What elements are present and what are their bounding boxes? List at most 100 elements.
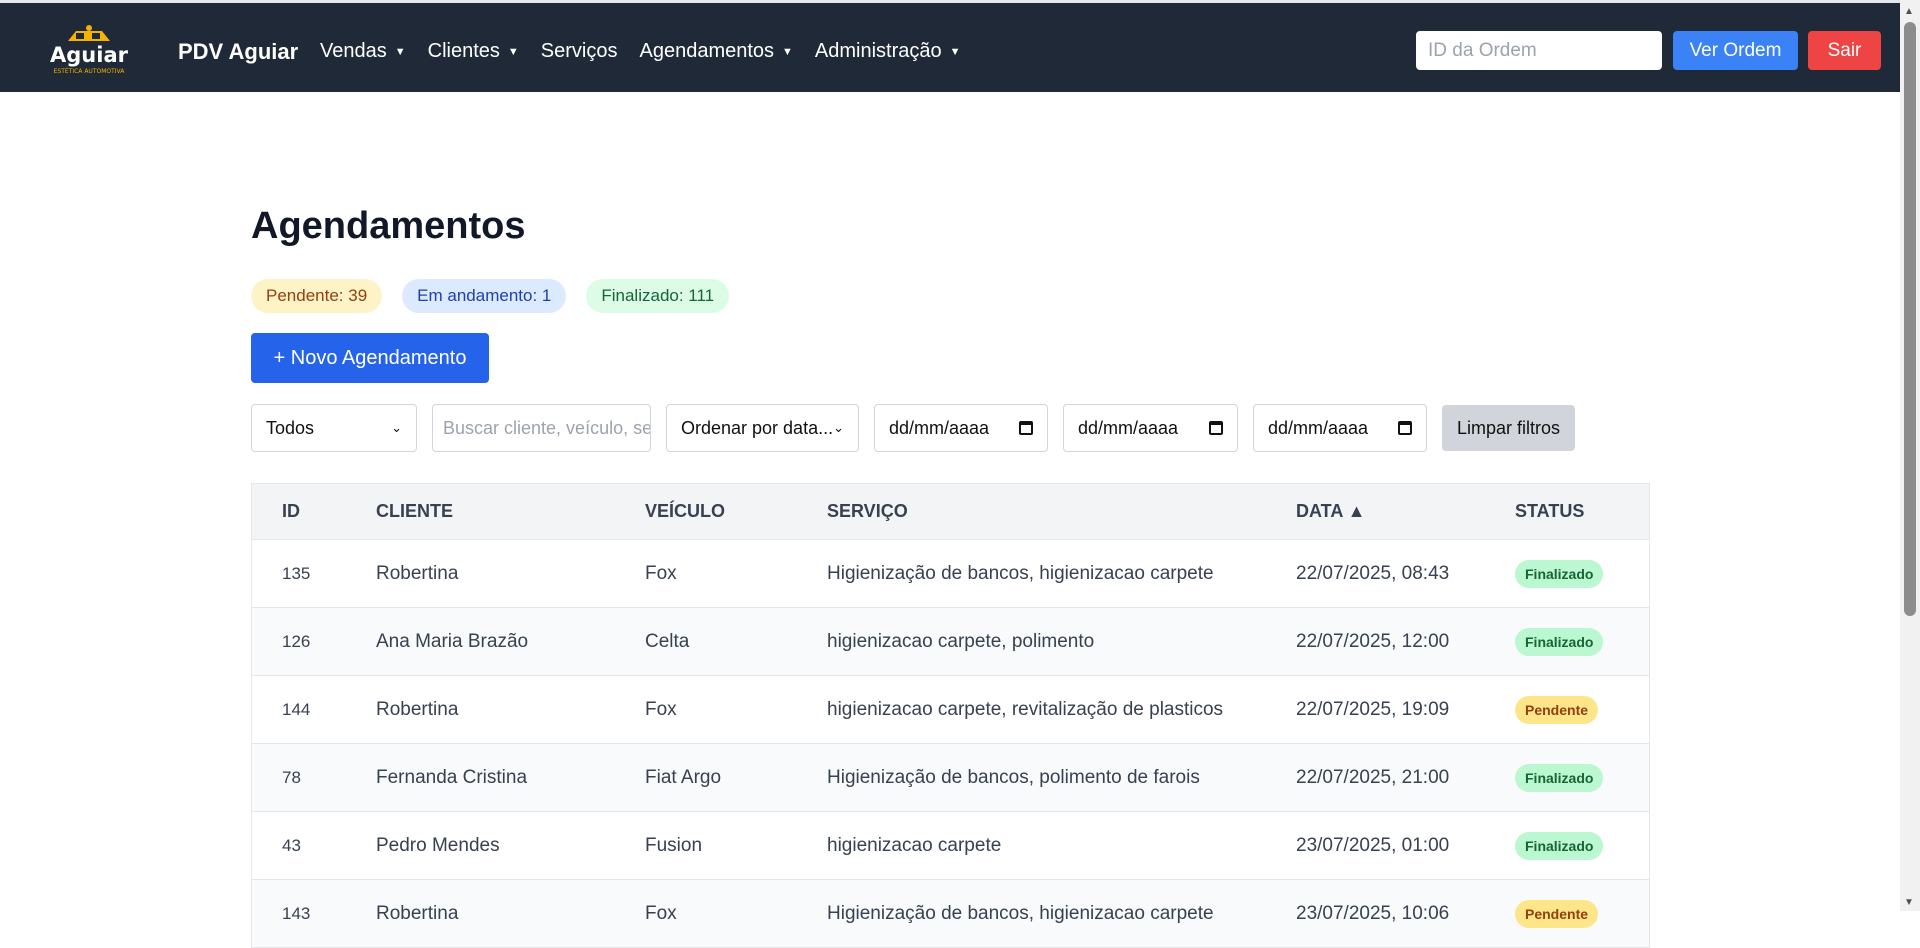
table-row[interactable]: 43 Pedro Mendes Fusion higienizacao carpete… [251, 812, 1650, 880]
cell-data: 22/07/2025, 21:00 [1296, 766, 1450, 788]
cell-id: 78 [282, 767, 301, 787]
cell-veiculo: Fox [645, 562, 677, 584]
cell-servico: Higienização de bancos, higienizacao car… [827, 562, 1214, 584]
search-input[interactable]: Buscar cliente, veículo, serviço... [432, 404, 651, 452]
in-progress-count-badge: Em andamento: 1 [402, 279, 567, 313]
cell-servico: higienizacao carpete, polimento [827, 630, 1095, 652]
finished-count-badge: Finalizado: 111 [586, 279, 730, 313]
menu-administracao-label: Administração [814, 40, 942, 62]
status-badge: Finalizado [1515, 831, 1604, 860]
menu-clientes-label: Clientes [427, 40, 500, 62]
date-exact-input[interactable]: dd/mm/aaaa [1253, 404, 1427, 452]
table-row[interactable]: 143 Robertina Fox Higienização de bancos, h… [251, 880, 1650, 948]
cell-veiculo: Celta [645, 630, 690, 652]
menu-administracao[interactable]: Administração ▼ [815, 40, 961, 63]
new-appointment-button[interactable]: + Novo Agendamento [251, 333, 489, 383]
cell-id: 135 [282, 563, 311, 583]
cell-id: 144 [282, 699, 311, 719]
menu-agendamentos-label: Agendamentos [639, 40, 775, 62]
scroll-down-arrow-icon[interactable]: ▼ [1904, 897, 1914, 908]
view-order-button[interactable]: Ver Ordem [1673, 31, 1798, 70]
main-menu: Vendas ▼ Clientes ▼ Serviços Agendamentos ▼… [320, 40, 961, 63]
menu-servicos-label: Serviços [540, 40, 618, 62]
scrollbar-thumb[interactable] [1904, 22, 1916, 616]
chevron-down-icon: ⌄ [391, 420, 402, 435]
date-to-input[interactable]: dd/mm/aaaa [1063, 404, 1238, 452]
appointments-table: ID CLIENTE VEÍCULO SERVIÇO DATA ▲ STATUS… [251, 483, 1650, 948]
logout-button[interactable]: Sair [1808, 31, 1881, 70]
filters-bar: Todos ⌄ Buscar cliente, veículo, serviço… [251, 404, 1576, 452]
page-title: Agendamentos [251, 205, 526, 247]
cell-data: 22/07/2025, 19:09 [1296, 698, 1450, 720]
status-badge: Pendente [1515, 899, 1599, 928]
date-to-placeholder: dd/mm/aaaa [1078, 417, 1179, 438]
table-row[interactable]: 144 Robertina Fox higienizacao carpete, rev… [251, 676, 1650, 744]
menu-servicos[interactable]: Serviços [541, 40, 618, 63]
status-filter-select[interactable]: Todos ⌄ [251, 404, 417, 452]
chevron-down-icon: ⌄ [833, 420, 844, 435]
table-body: 135 Robertina Fox Higienização de bancos, h… [251, 540, 1650, 948]
date-from-input[interactable]: dd/mm/aaaa [874, 404, 1048, 452]
cell-id: 126 [282, 631, 311, 651]
status-badge: Finalizado [1515, 763, 1604, 792]
calendar-icon[interactable] [1209, 421, 1223, 435]
cell-servico: Higienização de bancos, polimento de far… [827, 766, 1200, 788]
column-header-servico[interactable]: SERVIÇO [827, 501, 908, 522]
cell-data: 23/07/2025, 01:00 [1296, 834, 1450, 856]
status-counts: Pendente: 39 Em andamento: 1 Finalizado:… [251, 279, 730, 313]
svg-text:ESTÉTICA AUTOMOTIVA: ESTÉTICA AUTOMOTIVA [54, 67, 126, 75]
cell-id: 143 [282, 903, 311, 923]
sort-select-value: Ordenar por data... [681, 417, 834, 438]
caret-down-icon: ▼ [782, 45, 793, 58]
cell-veiculo: Fusion [645, 834, 703, 856]
calendar-icon[interactable] [1019, 421, 1033, 435]
cell-servico: higienizacao carpete [827, 834, 1002, 856]
date-exact-placeholder: dd/mm/aaaa [1268, 417, 1369, 438]
cell-cliente: Ana Maria Brazão [376, 630, 529, 652]
menu-vendas[interactable]: Vendas ▼ [320, 40, 406, 63]
status-badge: Pendente [1515, 695, 1599, 724]
column-header-id[interactable]: ID [282, 501, 300, 522]
caret-down-icon: ▼ [394, 45, 406, 58]
status-filter-value: Todos [266, 417, 315, 438]
navbar: Aguiar ESTÉTICA AUTOMOTIVA PDV Aguiar Ve… [0, 3, 1900, 92]
svg-text:Aguiar: Aguiar [50, 43, 129, 67]
table-row[interactable]: 78 Fernanda Cristina Fiat Argo Higienização… [251, 744, 1650, 812]
column-header-data[interactable]: DATA ▲ [1296, 501, 1365, 522]
cell-veiculo: Fox [645, 902, 677, 924]
column-header-veiculo[interactable]: VEÍCULO [645, 501, 725, 522]
table-row[interactable]: 126 Ana Maria Brazão Celta higienizacao car… [251, 608, 1650, 676]
pending-count-badge: Pendente: 39 [251, 279, 383, 313]
cell-id: 43 [282, 835, 301, 855]
scroll-up-arrow-icon[interactable]: ▲ [1904, 6, 1914, 17]
cell-servico: Higienização de bancos, higienizacao car… [827, 902, 1214, 924]
menu-clientes[interactable]: Clientes ▼ [428, 40, 519, 63]
cell-data: 22/07/2025, 12:00 [1296, 630, 1450, 652]
aguiar-logo[interactable]: Aguiar ESTÉTICA AUTOMOTIVA [46, 19, 132, 79]
menu-agendamentos[interactable]: Agendamentos ▼ [639, 40, 792, 63]
status-badge: Finalizado [1515, 559, 1604, 588]
cell-cliente: Robertina [376, 562, 459, 584]
sort-select[interactable]: Ordenar por data... ⌄ [666, 404, 859, 452]
cell-cliente: Fernanda Cristina [376, 766, 528, 788]
cell-servico: higienizacao carpete, revitalização de p… [827, 698, 1224, 720]
order-id-input[interactable] [1416, 31, 1662, 70]
cell-data: 23/07/2025, 10:06 [1296, 902, 1450, 924]
search-placeholder: Buscar cliente, veículo, serviço... [443, 417, 651, 438]
caret-down-icon: ▼ [507, 45, 519, 58]
menu-vendas-label: Vendas [320, 40, 387, 62]
cell-cliente: Robertina [376, 698, 459, 720]
table-row[interactable]: 135 Robertina Fox Higienização de bancos, h… [251, 540, 1650, 608]
cell-cliente: Pedro Mendes [376, 834, 500, 856]
cell-veiculo: Fox [645, 698, 677, 720]
date-from-placeholder: dd/mm/aaaa [889, 417, 990, 438]
clear-filters-button[interactable]: Limpar filtros [1442, 405, 1576, 451]
column-header-status[interactable]: STATUS [1515, 501, 1584, 522]
table-header: ID CLIENTE VEÍCULO SERVIÇO DATA ▲ STATUS [251, 483, 1650, 540]
brand-title[interactable]: PDV Aguiar [178, 39, 298, 65]
column-header-cliente[interactable]: CLIENTE [376, 501, 453, 522]
status-badge: Finalizado [1515, 627, 1604, 656]
cell-veiculo: Fiat Argo [645, 766, 722, 788]
calendar-icon[interactable] [1398, 421, 1412, 435]
caret-down-icon: ▼ [949, 45, 961, 58]
